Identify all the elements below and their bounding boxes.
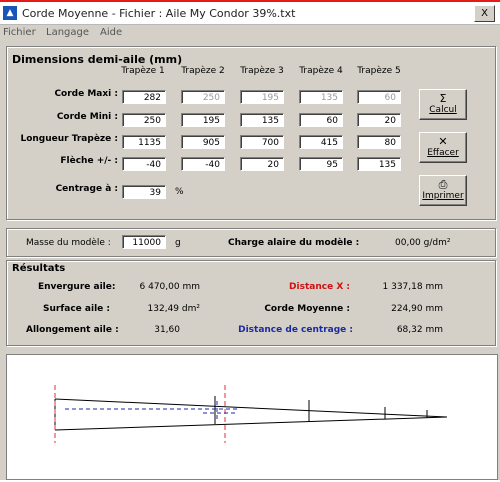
charge-alaire-value: 00,00 g/dm² (395, 238, 451, 248)
effacer-label: Effacer (427, 148, 459, 158)
resultats-title: Résultats (12, 263, 66, 274)
col-header-5: Trapèze 5 (357, 66, 401, 76)
corde-moyenne-label: Corde Moyenne : (264, 304, 350, 314)
distance-centrage-value: 68,32 mm (396, 325, 443, 335)
col-header-1: Trapèze 1 (121, 66, 165, 76)
corde-mini-t4[interactable]: 60 (299, 113, 343, 127)
sigma-icon: Σ (439, 92, 447, 105)
longueur-t5[interactable]: 80 (357, 135, 401, 149)
corde-moyenne-value: 224,90 mm (391, 304, 443, 314)
centrage-unit: % (175, 187, 184, 197)
title-bar: ▲ Corde Moyenne - Fichier : Aile My Cond… (0, 2, 500, 25)
dimensions-title: Dimensions demi-aile (mm) (12, 53, 183, 66)
charge-alaire-label: Charge alaire du modèle : (228, 238, 360, 248)
distance-centrage-label: Distance de centrage : (238, 325, 353, 335)
corde-maxi-t5[interactable]: 60 (357, 90, 401, 104)
corde-maxi-t1[interactable]: 282 (122, 90, 166, 104)
centre-lines (54, 385, 226, 443)
row-label-corde-maxi: Corde Maxi : (54, 89, 118, 99)
fleche-t1[interactable]: -40 (122, 157, 166, 171)
masse-unit: g (175, 238, 181, 248)
corde-mini-t1[interactable]: 250 (122, 113, 166, 127)
menu-fichier[interactable]: Fichier (3, 27, 36, 38)
masse-input[interactable]: 11000 (122, 235, 166, 249)
surface-value: 132,49 dm² (147, 304, 200, 314)
effacer-button[interactable]: ✕ Effacer (419, 132, 467, 163)
centrage-input[interactable]: 39 (122, 185, 166, 199)
row-label-longueur-trapeze: Longueur Trapèze : (20, 134, 118, 144)
envergure-value: 6 470,00 mm (139, 282, 200, 292)
corde-maxi-t4[interactable]: 135 (299, 90, 343, 104)
mean-chord-lines (65, 401, 237, 421)
envergure-label: Envergure aile: (38, 282, 116, 292)
wing-drawing (54, 385, 448, 443)
longueur-t2[interactable]: 905 (181, 135, 225, 149)
col-header-2: Trapèze 2 (181, 66, 225, 76)
corde-mini-t3[interactable]: 135 (240, 113, 284, 127)
app-icon: ▲ (3, 6, 17, 20)
fleche-t2[interactable]: -40 (181, 157, 225, 171)
menu-aide[interactable]: Aide (100, 27, 122, 38)
eraser-icon: ✕ (438, 135, 448, 148)
surface-label: Surface aile : (43, 304, 110, 314)
row-label-corde-mini: Corde Mini : (56, 112, 118, 122)
calcul-button[interactable]: Σ Calcul (419, 89, 467, 120)
distance-x-label: Distance X : (289, 282, 350, 292)
col-header-3: Trapèze 3 (240, 66, 284, 76)
col-header-4: Trapèze 4 (299, 66, 343, 76)
corde-mini-t5[interactable]: 20 (357, 113, 401, 127)
app-window: ▲ Corde Moyenne - Fichier : Aile My Cond… (0, 2, 500, 480)
corde-maxi-t2[interactable]: 250 (181, 90, 225, 104)
centrage-label: Centrage à : (55, 184, 118, 194)
longueur-t3[interactable]: 700 (240, 135, 284, 149)
fleche-t5[interactable]: 135 (357, 157, 401, 171)
allongement-label: Allongement aile : (26, 325, 119, 335)
close-button[interactable]: X (474, 5, 495, 22)
imprimer-button[interactable]: ⎙ Imprimer (419, 175, 467, 206)
distance-x-value: 1 337,18 mm (382, 282, 443, 292)
window-title: Corde Moyenne - Fichier : Aile My Condor… (22, 7, 296, 20)
longueur-t4[interactable]: 415 (299, 135, 343, 149)
corde-maxi-t3[interactable]: 195 (240, 90, 284, 104)
allongement-value: 31,60 (154, 325, 180, 335)
fleche-t3[interactable]: 20 (240, 157, 284, 171)
row-label-fleche: Flèche +/- : (60, 156, 118, 166)
fleche-t4[interactable]: 95 (299, 157, 343, 171)
wing-outline (54, 396, 448, 431)
wing-drawing-panel (6, 354, 498, 480)
imprimer-label: Imprimer (422, 191, 464, 201)
menu-bar: Fichier Langage Aide (0, 25, 500, 41)
longueur-t1[interactable]: 1135 (122, 135, 166, 149)
corde-mini-t2[interactable]: 195 (181, 113, 225, 127)
masse-label: Masse du modèle : (26, 238, 111, 248)
calcul-label: Calcul (429, 105, 457, 115)
menu-langage[interactable]: Langage (46, 27, 89, 38)
printer-icon: ⎙ (438, 178, 448, 191)
